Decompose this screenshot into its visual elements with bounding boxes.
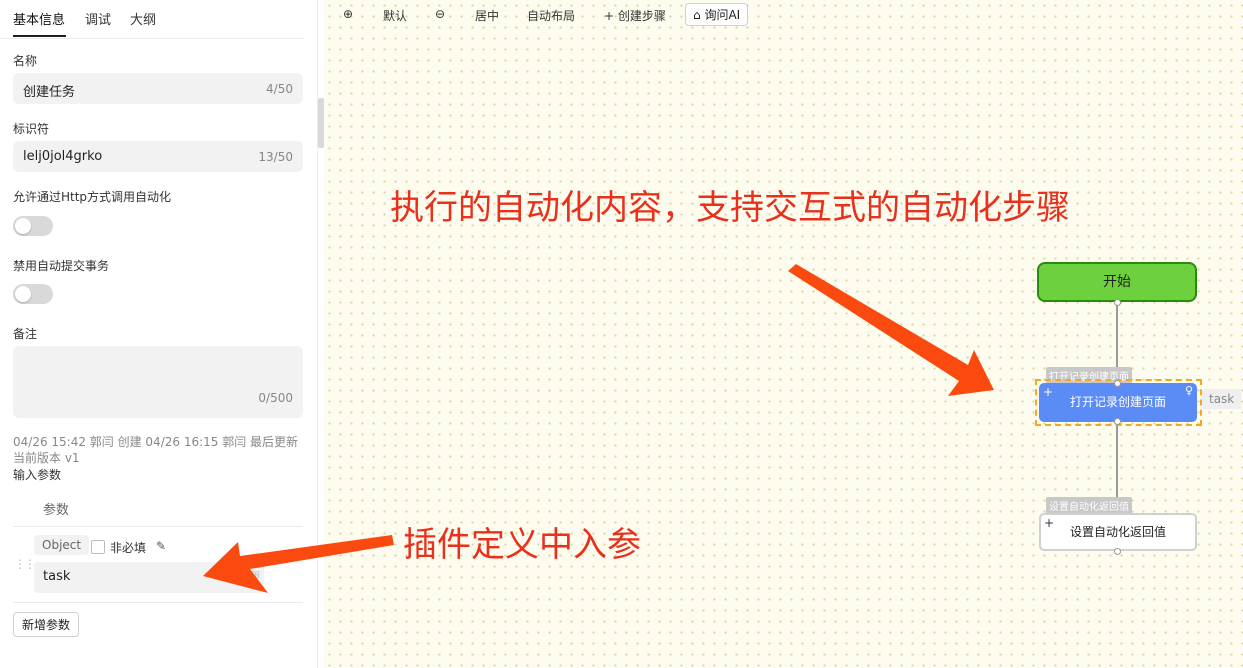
annotation-automation-content: 执行的自动化内容，支持交互式的自动化步骤 (390, 188, 1070, 228)
param-detail-icon[interactable]: ⊞ (252, 570, 260, 581)
params-table-header: 参数 (13, 494, 303, 527)
flow-canvas[interactable]: ⊕ 默认 ⊖ 居中 自动布局 + 创建步骤 ⌂ 询问AI 执行的自动化内容，支持… (324, 0, 1243, 668)
set-return-value-node[interactable]: + 设置自动化返回值 (1039, 513, 1197, 551)
name-char-count: 4/50 (266, 82, 293, 96)
start-node[interactable]: 开始 (1037, 262, 1197, 302)
center-button[interactable]: 居中 (475, 7, 499, 24)
param-type-select[interactable]: Object (34, 535, 90, 555)
identifier-input[interactable]: lelj0jol4grko 13/50 (13, 141, 303, 172)
zoom-default-button[interactable]: 默认 (383, 7, 407, 24)
auto-layout-button[interactable]: 自动布局 (527, 7, 575, 24)
node-port[interactable] (1114, 299, 1121, 306)
identifier-char-count: 13/50 (258, 150, 293, 164)
tab-outline[interactable]: 大纲 (130, 9, 156, 28)
params-column-header: 参数 (43, 503, 70, 518)
name-input[interactable]: 创建任务 4/50 (13, 73, 303, 104)
zoom-out-icon[interactable]: ⊖ (435, 7, 445, 21)
disable-auto-commit-label: 禁用自动提交事务 (13, 259, 110, 273)
toggle-knob (15, 286, 31, 302)
divider (13, 602, 303, 603)
ask-ai-label: 询问AI (704, 8, 741, 22)
identifier-value: lelj0jol4grko (23, 149, 103, 164)
http-call-toggle[interactable] (13, 216, 53, 236)
ask-ai-button[interactable]: ⌂ 询问AI (685, 3, 749, 26)
note-char-count: 0/500 (258, 391, 293, 405)
step-name-tag: 设置自动化返回值 (1046, 497, 1132, 514)
start-node-label: 开始 (1103, 274, 1131, 290)
open-record-page-node[interactable]: + 打开记录创建页面 ♀ (1039, 383, 1197, 422)
identifier-label: 标识符 (13, 122, 50, 136)
zoom-in-icon[interactable]: ⊕ (343, 7, 353, 21)
edit-icon[interactable]: ✎ (156, 539, 166, 553)
annotation-plugin-input-params: 插件定义中入参 (403, 525, 641, 565)
audit-info: 04/26 15:42 郭闫 创建 04/26 16:15 郭闫 最后更新 当前… (13, 435, 299, 465)
toggle-knob (15, 218, 31, 234)
add-step-icon[interactable]: + (1044, 517, 1054, 529)
node-port[interactable] (1114, 418, 1121, 425)
param-name-value: task (43, 569, 71, 584)
user-icon[interactable]: ♀ (1185, 385, 1193, 397)
optional-label: 非必填 (110, 541, 147, 555)
name-value: 创建任务 (23, 85, 76, 100)
tab-debug[interactable]: 调试 (85, 9, 111, 28)
properties-panel: 基本信息 调试 大纲 名称 创建任务 4/50 标识符 lelj0jol4grk… (0, 0, 318, 668)
tab-basic-info[interactable]: 基本信息 (13, 9, 65, 28)
disable-auto-commit-toggle[interactable] (13, 284, 53, 304)
node-port[interactable] (1114, 380, 1121, 387)
ai-icon: ⌂ (693, 8, 701, 22)
create-step-button[interactable]: + 创建步骤 (604, 7, 666, 24)
param-name-input[interactable]: task ⊞ (34, 562, 264, 593)
note-label: 备注 (13, 327, 38, 341)
task-param-chip[interactable]: task (1202, 389, 1242, 409)
http-call-label: 允许通过Http方式调用自动化 (13, 190, 172, 204)
name-label: 名称 (13, 54, 38, 68)
open-record-page-label: 打开记录创建页面 (1069, 395, 1166, 409)
set-return-value-label: 设置自动化返回值 (1069, 525, 1166, 539)
input-params-label: 输入参数 (13, 468, 62, 482)
drag-handle-icon[interactable]: ⋮⋮ (14, 557, 36, 571)
node-port[interactable] (1114, 548, 1121, 555)
required-checkbox[interactable] (91, 540, 105, 554)
add-param-button[interactable]: 新增参数 (13, 612, 80, 637)
active-tab-indicator (13, 35, 66, 37)
note-textarea[interactable]: 0/500 (13, 346, 303, 418)
panel-tabs: 基本信息 调试 大纲 (0, 0, 304, 39)
add-step-icon[interactable]: + (1043, 386, 1053, 398)
